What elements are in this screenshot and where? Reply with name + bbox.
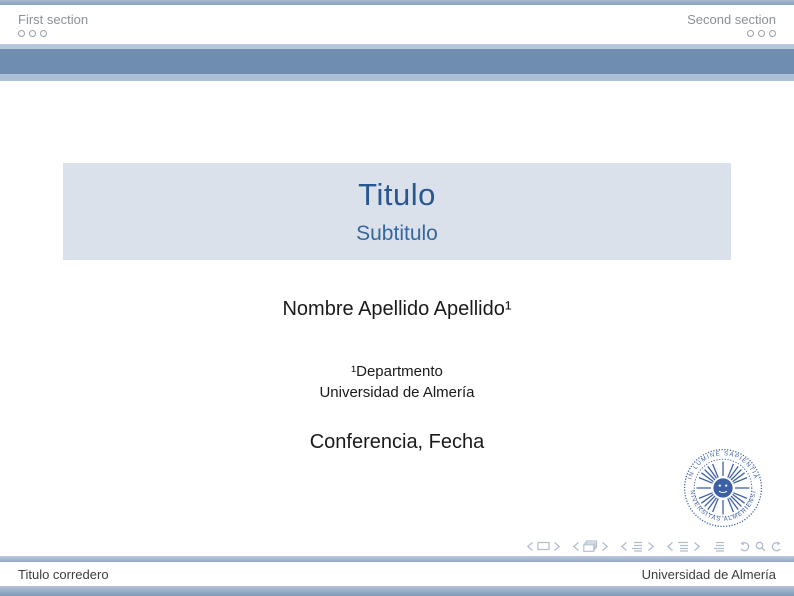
subsection-list-icon[interactable] — [631, 541, 644, 552]
frame-dots-first — [18, 30, 88, 37]
seal-sun-face — [713, 478, 732, 497]
header-band — [0, 44, 794, 81]
frame-dots-second — [687, 30, 776, 37]
prev-subsection-icon[interactable] — [621, 542, 627, 551]
nav-subsection-group — [621, 541, 654, 552]
footline: Titulo corredero Universidad de Almería — [0, 562, 794, 586]
section-label-second[interactable]: Second section — [687, 12, 776, 27]
section-label-first[interactable]: First section — [18, 12, 88, 27]
next-slide-icon[interactable] — [554, 542, 560, 551]
title-block: Titulo Subtitulo — [63, 163, 731, 260]
headline: First section Second section — [0, 5, 794, 44]
slide-title: Titulo — [63, 177, 731, 213]
header-section-first: First section — [18, 12, 88, 37]
prev-slide-icon[interactable] — [527, 542, 533, 551]
frame-dot[interactable] — [747, 30, 754, 37]
author-name: Nombre Apellido Apellido¹ — [0, 298, 794, 321]
beamer-title-slide: First section Second section Titulo Subt… — [0, 0, 794, 596]
beamer-navigation-bar — [519, 539, 782, 553]
prev-section-icon[interactable] — [667, 542, 673, 551]
frame-dot[interactable] — [40, 30, 47, 37]
section-list-icon[interactable] — [677, 541, 690, 552]
prev-frame-icon[interactable] — [573, 542, 579, 551]
institute-block: ¹Departmento Universidad de Almería — [0, 361, 794, 403]
nav-history-group — [739, 541, 782, 552]
next-subsection-icon[interactable] — [648, 542, 654, 551]
frame-dot[interactable] — [758, 30, 765, 37]
band-strip-light-bottom — [0, 74, 794, 81]
bottom-accent-bar — [0, 586, 794, 596]
back-icon[interactable] — [739, 541, 751, 552]
appendix-icon[interactable] — [713, 541, 726, 552]
forward-icon[interactable] — [770, 541, 782, 552]
frame-overlay-icon[interactable] — [583, 540, 598, 552]
band-strip-mid — [0, 49, 794, 74]
nav-section-group — [667, 541, 700, 552]
institute-university: Universidad de Almería — [0, 382, 794, 403]
footline-institute: Universidad de Almería — [642, 567, 776, 582]
conference-date: Conferencia, Fecha — [0, 431, 794, 454]
slide-subtitle: Subtitulo — [63, 222, 731, 246]
search-icon[interactable] — [755, 541, 766, 552]
frame-icon[interactable] — [537, 541, 550, 551]
next-frame-icon[interactable] — [602, 542, 608, 551]
nav-slide-group — [527, 541, 560, 551]
frame-dot[interactable] — [29, 30, 36, 37]
nav-frame-group — [573, 540, 608, 552]
institute-department: ¹Departmento — [0, 361, 794, 382]
frame-dot[interactable] — [18, 30, 25, 37]
university-seal-logo: IN LUMINE SAPIENTIA UNIVERSITAS ALMERIEN… — [683, 448, 763, 528]
next-section-icon[interactable] — [694, 542, 700, 551]
nav-appendix-group — [713, 541, 726, 552]
header-section-second: Second section — [687, 12, 776, 37]
frame-dot[interactable] — [769, 30, 776, 37]
footline-short-title: Titulo corredero — [18, 567, 109, 582]
